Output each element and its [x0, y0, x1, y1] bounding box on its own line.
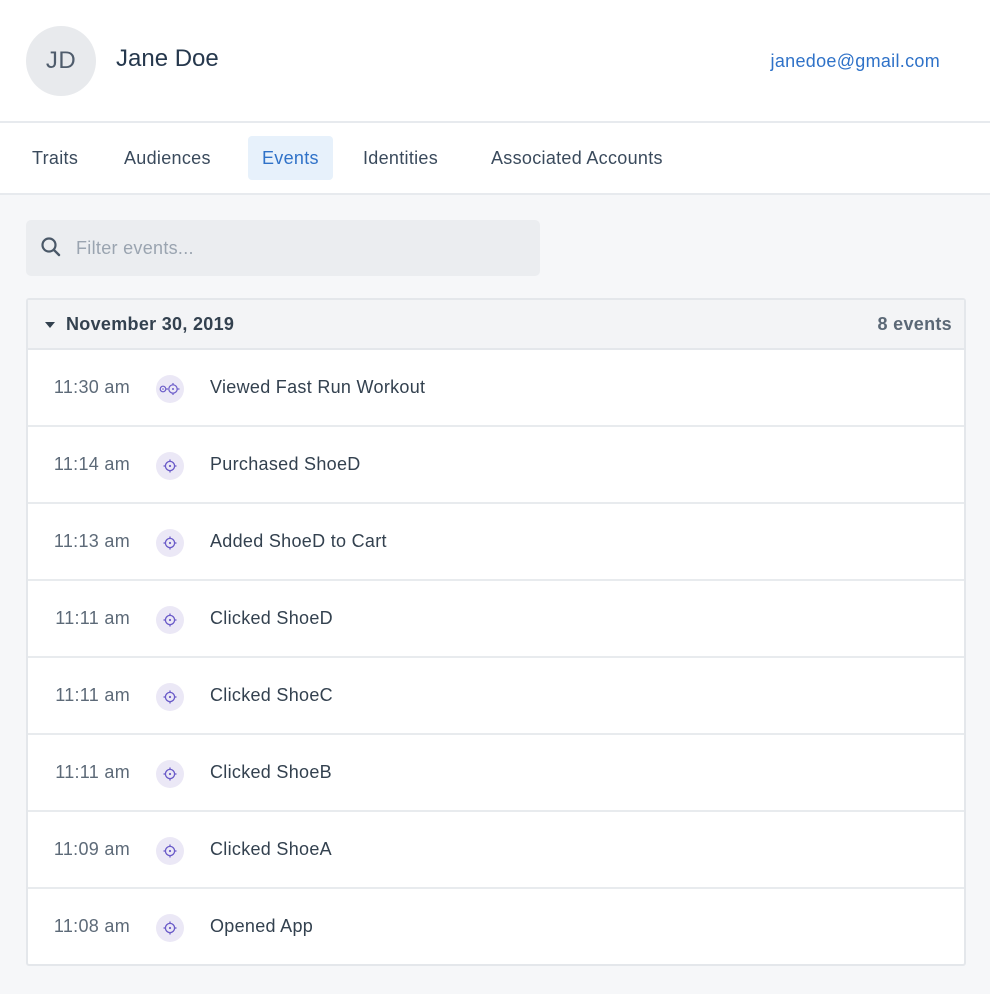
track-event-icon — [156, 683, 184, 711]
tab-events[interactable]: Events — [248, 136, 333, 180]
event-row[interactable]: 11:13 am Added ShoeD to Cart — [28, 504, 964, 581]
event-time: 11:14 am — [53, 454, 130, 474]
user-email-link[interactable]: janedoe@gmail.com — [771, 51, 940, 72]
event-row[interactable]: 11:08 am Opened App — [28, 889, 964, 966]
tab-identities[interactable]: Identities — [349, 136, 452, 180]
event-time: 11:11 am — [55, 762, 130, 782]
profile-header: JD Jane Doe janedoe@gmail.com — [0, 0, 990, 123]
event-name: Clicked ShoeA — [210, 839, 332, 859]
event-name: Clicked ShoeB — [210, 762, 332, 782]
event-group-header[interactable]: November 30, 2019 8 events — [28, 300, 964, 350]
event-name: Clicked ShoeD — [210, 608, 333, 628]
track-event-icon — [156, 606, 184, 634]
track-event-icon — [156, 760, 184, 788]
event-count: 8 events — [877, 314, 952, 334]
event-row[interactable]: 11:30 am Viewed Fast Run Workout — [28, 350, 964, 427]
events-panel: November 30, 2019 8 events 11:30 am View… — [26, 298, 966, 966]
event-row[interactable]: 11:14 am Purchased ShoeD — [28, 427, 964, 504]
tab-associated-accounts[interactable]: Associated Accounts — [477, 136, 677, 180]
track-event-icon — [156, 452, 184, 480]
track-event-icon — [156, 914, 184, 942]
event-list: 11:30 am Viewed Fast Run Workout 11:14 a… — [28, 350, 964, 966]
event-name: Opened App — [210, 916, 314, 936]
event-name: Viewed Fast Run Workout — [210, 377, 426, 397]
tab-traits[interactable]: Traits — [18, 136, 92, 180]
event-time: 11:11 am — [55, 608, 130, 628]
event-name: Clicked ShoeC — [210, 685, 333, 705]
event-time: 11:08 am — [53, 916, 130, 936]
event-time: 11:30 am — [53, 377, 130, 397]
search-input[interactable] — [76, 220, 526, 276]
user-name: Jane Doe — [116, 45, 219, 72]
track-event-icon — [156, 837, 184, 865]
event-filter — [26, 220, 540, 276]
caret-down-icon[interactable] — [45, 322, 55, 328]
event-time: 11:11 am — [55, 685, 130, 705]
event-time: 11:13 am — [53, 531, 130, 551]
event-time: 11:09 am — [53, 839, 130, 859]
search-icon — [41, 237, 61, 257]
avatar: JD — [26, 26, 96, 96]
tab-audiences[interactable]: Audiences — [110, 136, 225, 180]
event-row[interactable]: 11:11 am Clicked ShoeD — [28, 581, 964, 658]
page-view-icon — [156, 375, 184, 403]
event-row[interactable]: 11:09 am Clicked ShoeA — [28, 812, 964, 889]
event-group-date: November 30, 2019 — [66, 314, 235, 334]
track-event-icon — [156, 529, 184, 557]
event-name: Added ShoeD to Cart — [210, 531, 387, 551]
event-name: Purchased ShoeD — [210, 454, 361, 474]
event-row[interactable]: 11:11 am Clicked ShoeC — [28, 658, 964, 735]
tab-bar: Traits Audiences Events Identities Assoc… — [0, 123, 990, 195]
event-row[interactable]: 11:11 am Clicked ShoeB — [28, 735, 964, 812]
